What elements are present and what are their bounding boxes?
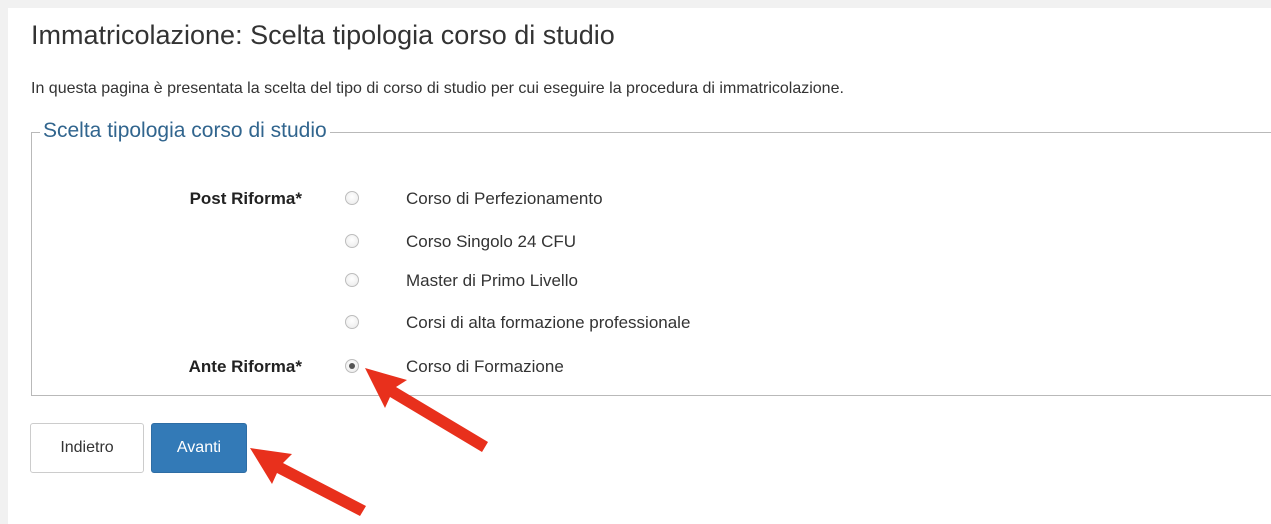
option-label[interactable]: Corsi di alta formazione professionale: [406, 313, 690, 333]
group-label-ante-riforma: Ante Riforma*: [188, 357, 302, 376]
option-label[interactable]: Corso di Perfezionamento: [406, 189, 603, 209]
course-type-fieldset: Scelta tipologia corso di studio Post Ri…: [31, 119, 1271, 396]
option-label[interactable]: Corso Singolo 24 CFU: [406, 232, 576, 252]
fieldset-legend: Scelta tipologia corso di studio: [40, 119, 330, 143]
radio-corso-di-formazione[interactable]: [345, 359, 359, 373]
option-row[interactable]: Corso Singolo 24 CFU: [32, 232, 932, 256]
page-title: Immatricolazione: Scelta tipologia corso…: [31, 20, 615, 50]
annotation-arrow-icon: [250, 448, 366, 516]
next-button[interactable]: Avanti: [151, 423, 247, 473]
radio-master-di-primo-livello[interactable]: [345, 273, 359, 287]
group-label-post-riforma: Post Riforma*: [189, 189, 302, 208]
radio-corso-singolo-24-cfu[interactable]: [345, 234, 359, 248]
option-row[interactable]: Corsi di alta formazione professionale: [32, 313, 932, 337]
radio-corso-di-perfezionamento[interactable]: [345, 191, 359, 205]
page-intro: In questa pagina è presentata la scelta …: [31, 80, 844, 97]
radio-corsi-di-alta-formazione[interactable]: [345, 315, 359, 329]
back-button[interactable]: Indietro: [30, 423, 144, 473]
page: Immatricolazione: Scelta tipologia corso…: [8, 8, 1271, 524]
option-row[interactable]: Post Riforma* Corso di Perfezionamento: [32, 189, 932, 213]
option-label[interactable]: Master di Primo Livello: [406, 271, 578, 291]
option-label[interactable]: Corso di Formazione: [406, 357, 564, 377]
option-row[interactable]: Ante Riforma* Corso di Formazione: [32, 357, 932, 381]
option-row[interactable]: Master di Primo Livello: [32, 271, 932, 295]
